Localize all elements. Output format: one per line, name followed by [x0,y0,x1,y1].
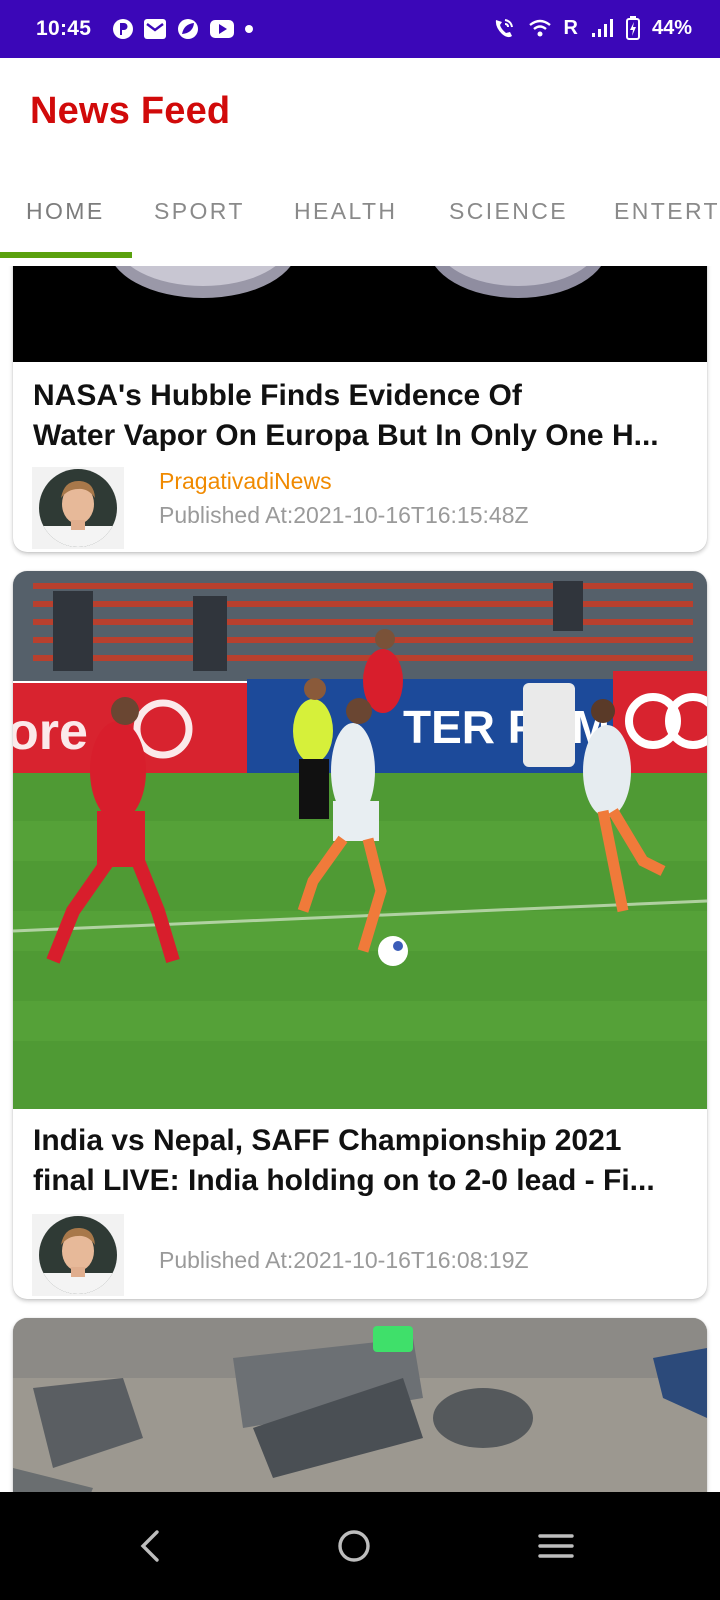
leaf-icon [176,18,200,40]
status-notification-icons [112,18,254,40]
debris-image [13,1318,707,1492]
dot-icon [244,24,254,34]
tab-science[interactable]: SCIENCE [449,198,568,225]
football-match-image: ore TER PUMPS [13,571,707,1109]
news-title-line-1: India vs Nepal, SAFF Championship 2021 [33,1124,622,1157]
back-icon[interactable] [120,1518,180,1574]
recents-icon[interactable] [526,1518,586,1574]
news-title-line-2: Water Vapor On Europa But In Only One H.… [33,419,659,452]
avatar [32,1214,124,1296]
news-title-line-2: final LIVE: India holding on to 2-0 lead… [33,1164,655,1197]
news-published-date: Published At:2021-10-16T16:15:48Z [159,502,529,528]
tab-entertainment[interactable]: ENTERT [614,198,720,225]
news-title: NASA's Hubble Finds Evidence Of Water Va… [33,376,683,456]
wifi-icon [528,18,552,38]
wifi-call-icon [492,17,516,39]
news-title: India vs Nepal, SAFF Championship 2021 f… [33,1121,683,1201]
roaming-indicator: R [563,16,578,39]
status-time: 10:45 [36,17,92,40]
app-title: News Feed [30,90,231,132]
mail-icon [143,18,167,40]
news-source: PragativadiNews [159,468,332,494]
space-planets-image [13,266,707,362]
p-circle-icon [112,18,134,40]
youtube-icon [209,19,235,39]
tab-sport[interactable]: SPORT [154,198,245,225]
news-feed-list[interactable]: NASA's Hubble Finds Evidence Of Water Va… [0,266,720,1492]
battery-icon [625,16,640,40]
news-card[interactable]: NASA's Hubble Finds Evidence Of Water Va… [13,266,707,552]
system-navigation-bar [0,1492,720,1600]
news-card[interactable]: ore TER PUMPS India vs Nepal, SAFF Champ… [13,571,707,1299]
news-card[interactable] [13,1318,707,1492]
signal-icon [590,18,614,38]
tab-home[interactable]: HOME [26,198,105,225]
status-bar: 10:45 R 44% [0,0,720,58]
svg-text:ore: ore [13,703,88,761]
tab-indicator [0,252,132,258]
battery-percentage: 44% [651,16,692,39]
news-title-line-1: NASA's Hubble Finds Evidence Of [33,379,522,412]
avatar [32,467,124,549]
news-published-date: Published At:2021-10-16T16:08:19Z [159,1247,529,1273]
app-bar: News Feed [0,58,720,168]
status-system-icons: R 44% [492,16,692,40]
tab-health[interactable]: HEALTH [294,198,397,225]
category-tabs: HOME SPORT HEALTH SCIENCE ENTERT [0,168,720,264]
home-icon[interactable] [324,1518,384,1574]
